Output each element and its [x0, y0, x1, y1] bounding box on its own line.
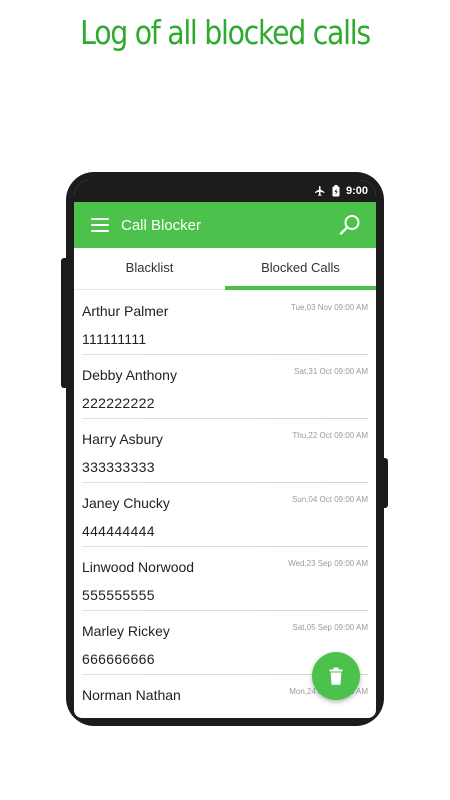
call-date: Sat,31 Oct 09:00 AM [294, 367, 368, 376]
caller-number: 333333333 [82, 459, 155, 475]
caller-name: Janey Chucky [82, 495, 170, 511]
list-item[interactable]: Janey Chucky Sun,04 Oct 09:00 AM 4444444… [74, 483, 376, 547]
call-date: Sat,05 Sep 09:00 AM [292, 623, 368, 632]
caller-number: 555555555 [82, 587, 155, 603]
call-date: Tue,03 Nov 09:00 AM [290, 303, 368, 312]
caller-name: Linwood Norwood [82, 559, 195, 575]
caller-name: Norman Nathan [82, 687, 181, 703]
caller-name: Debby Anthony [82, 367, 177, 383]
caller-number: 222222222 [82, 395, 155, 411]
caller-name: Arthur Palmer [82, 303, 169, 319]
tab-bar: Blacklist Blocked Calls [74, 248, 376, 290]
tab-blacklist[interactable]: Blacklist [74, 248, 225, 289]
caller-number: 444444444 [82, 523, 155, 539]
call-date: Thu,22 Oct 09:00 AM [292, 431, 368, 440]
phone-frame: 9:00 Call Blocker Blacklist Blocked Call… [66, 172, 384, 726]
airplane-icon [314, 185, 326, 197]
caller-name: Harry Asbury [82, 431, 163, 447]
status-time: 9:00 [345, 185, 368, 197]
list-item[interactable]: Linwood Norwood Wed,23 Sep 09:00 AM 5555… [74, 547, 376, 611]
call-date: Wed,23 Sep 09:00 AM [288, 559, 368, 568]
battery-icon [332, 185, 340, 197]
caller-number: 111111111 [82, 331, 147, 347]
caller-number: 777777777 [82, 715, 155, 718]
caller-number: 666666666 [82, 651, 155, 667]
list-item[interactable]: Harry Asbury Thu,22 Oct 09:00 AM 3333333… [74, 419, 376, 483]
app-bar: Call Blocker [74, 202, 376, 248]
caller-name: Marley Rickey [82, 623, 170, 639]
app-title: Call Blocker [121, 216, 202, 234]
search-icon[interactable] [338, 213, 362, 237]
status-bar: 9:00 [74, 180, 376, 202]
call-date: Sun,04 Oct 09:00 AM [291, 495, 368, 504]
phone-screen: 9:00 Call Blocker Blacklist Blocked Call… [74, 180, 376, 718]
trash-icon [329, 667, 343, 685]
list-item[interactable]: Debby Anthony Sat,31 Oct 09:00 AM 222222… [74, 355, 376, 419]
delete-all-button[interactable] [312, 652, 360, 700]
promo-headline: Log of all blocked calls [80, 13, 371, 52]
list-item[interactable]: Arthur Palmer Tue,03 Nov 09:00 AM 111111… [74, 291, 376, 355]
menu-icon[interactable] [91, 218, 109, 232]
tab-blocked-calls[interactable]: Blocked Calls [225, 248, 376, 290]
